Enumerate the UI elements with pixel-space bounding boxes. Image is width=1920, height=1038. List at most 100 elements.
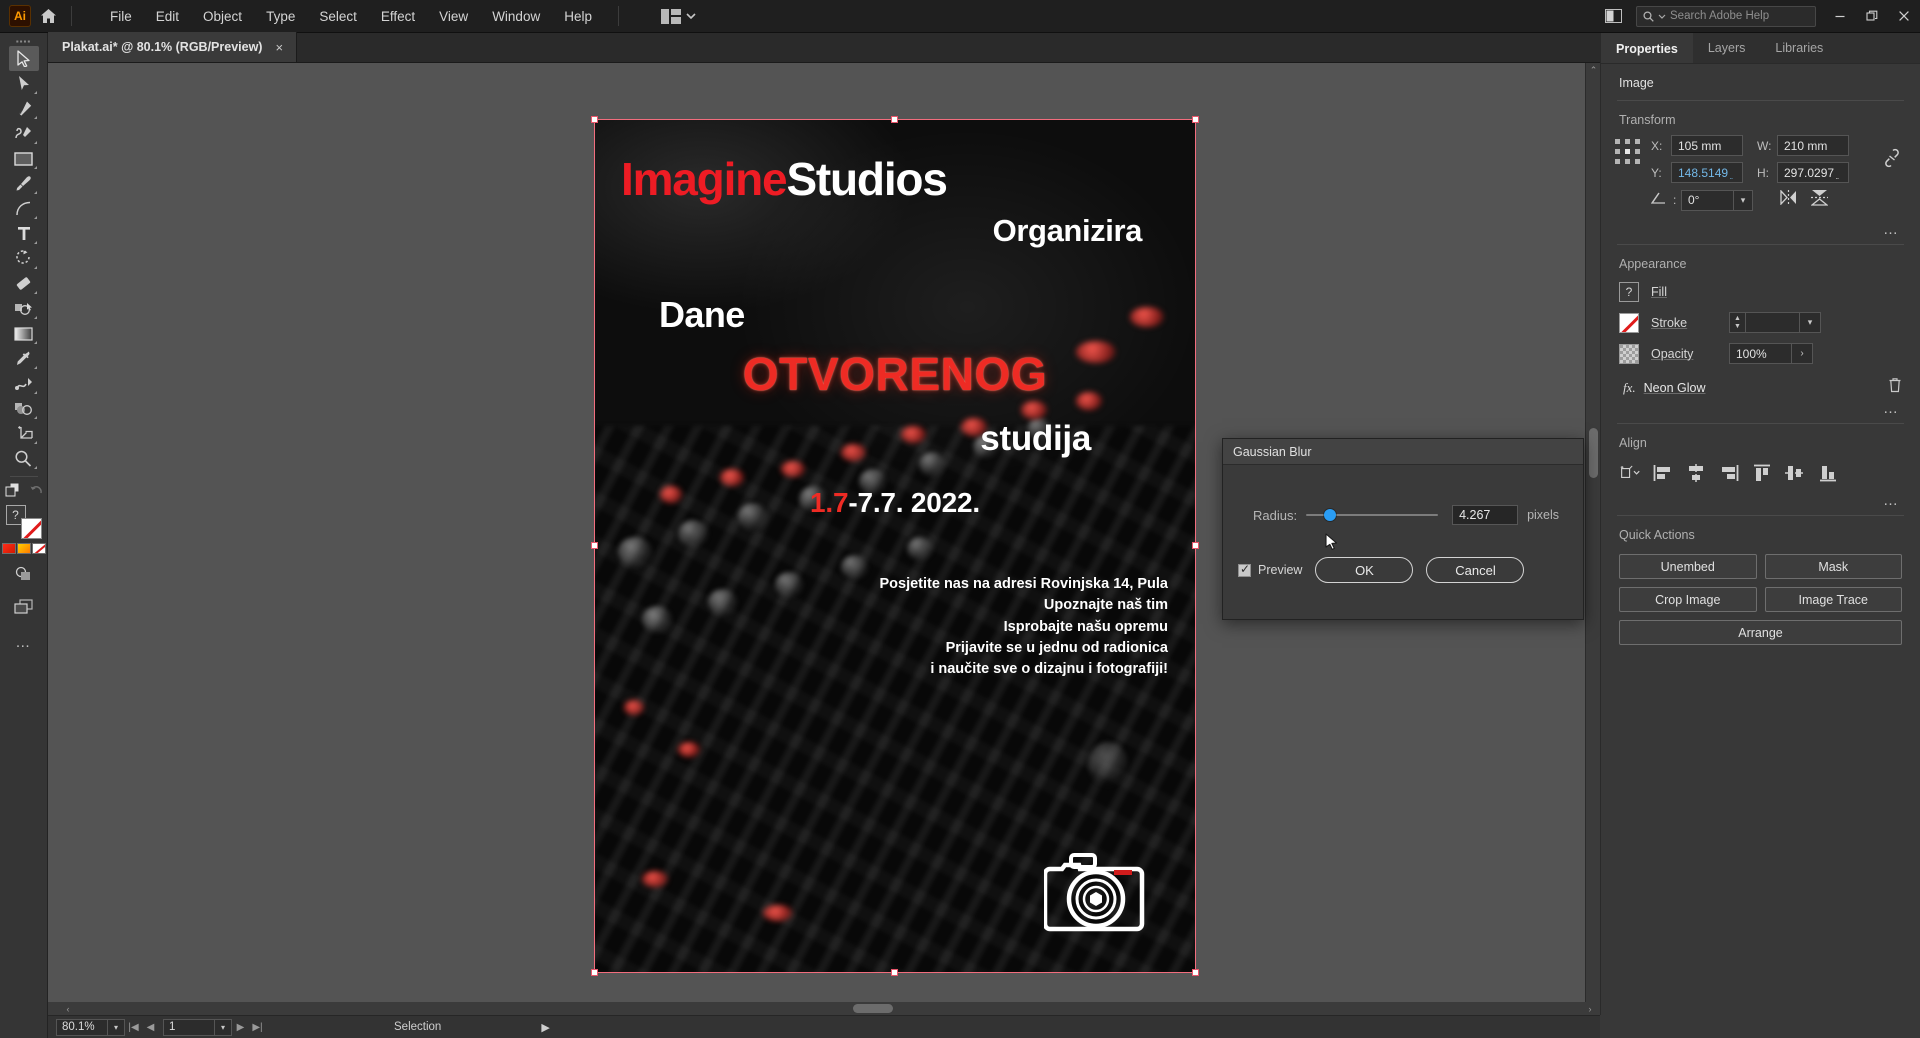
prev-page-icon[interactable]: ◀ bbox=[142, 1019, 159, 1036]
align-left-icon[interactable] bbox=[1652, 462, 1674, 484]
close-icon[interactable] bbox=[1888, 0, 1920, 33]
appearance-more-options[interactable]: … bbox=[1601, 398, 1920, 423]
close-icon[interactable]: × bbox=[272, 39, 286, 56]
color-swatch[interactable] bbox=[1, 543, 16, 554]
menu-help[interactable]: Help bbox=[552, 3, 604, 30]
scrollbar-thumb[interactable] bbox=[1589, 428, 1598, 478]
blend-tool[interactable] bbox=[9, 371, 39, 396]
transform-more-options[interactable]: … bbox=[1601, 219, 1920, 244]
menu-effect[interactable]: Effect bbox=[369, 3, 427, 30]
unembed-button[interactable]: Unembed bbox=[1619, 554, 1757, 579]
menu-file[interactable]: File bbox=[98, 3, 144, 30]
symbol-sprayer-tool[interactable] bbox=[9, 396, 39, 421]
workspace-switcher-icon[interactable] bbox=[655, 6, 702, 27]
chevron-down-icon[interactable]: ▾ bbox=[108, 1018, 125, 1036]
ok-button[interactable]: OK bbox=[1315, 557, 1414, 583]
preview-checkbox[interactable]: Preview bbox=[1238, 562, 1302, 577]
undo-arrow-icon[interactable] bbox=[29, 483, 43, 502]
rectangle-tool[interactable] bbox=[9, 146, 39, 171]
stroke-stepper[interactable]: ▲ ▼ bbox=[1729, 312, 1745, 333]
tab-layers[interactable]: Layers bbox=[1693, 33, 1761, 63]
next-page-icon[interactable]: ▶ bbox=[232, 1019, 249, 1036]
menu-object[interactable]: Object bbox=[191, 3, 254, 30]
tab-properties[interactable]: Properties bbox=[1601, 33, 1693, 63]
artboard[interactable]: ImagineStudios Organizira Dane OTVORENOG… bbox=[594, 119, 1196, 973]
artboard-tool[interactable] bbox=[9, 421, 39, 446]
y-input[interactable]: 148.5149 ֵ bbox=[1671, 162, 1743, 183]
align-more-options[interactable]: … bbox=[1601, 490, 1920, 515]
opacity-label[interactable]: Opacity bbox=[1651, 347, 1729, 361]
reference-point-selector[interactable] bbox=[1615, 139, 1641, 165]
opacity-input[interactable]: 100% bbox=[1729, 343, 1791, 364]
mask-button[interactable]: Mask bbox=[1764, 554, 1902, 579]
shape-builder-tool[interactable] bbox=[9, 296, 39, 321]
restore-icon[interactable] bbox=[1856, 0, 1888, 33]
x-input[interactable]: 105 mm bbox=[1671, 135, 1743, 156]
none-swatch[interactable] bbox=[31, 543, 46, 554]
align-top-icon[interactable] bbox=[1751, 462, 1773, 484]
radius-input[interactable]: 4.267 bbox=[1452, 505, 1519, 525]
rotate-tool[interactable] bbox=[9, 246, 39, 271]
align-bottom-icon[interactable] bbox=[1817, 462, 1839, 484]
selection-tool[interactable] bbox=[8, 46, 39, 71]
slider-handle[interactable] bbox=[1324, 509, 1337, 521]
artboard-number-input[interactable]: 1 bbox=[163, 1018, 215, 1036]
search-input[interactable]: Search Adobe Help bbox=[1636, 5, 1816, 27]
stroke-label[interactable]: Stroke bbox=[1651, 316, 1729, 330]
stroke-weight-input[interactable] bbox=[1745, 312, 1799, 333]
canvas-horizontal-scrollbar[interactable]: ‹ › bbox=[48, 1002, 1600, 1015]
chevron-down-icon[interactable]: ▾ bbox=[215, 1018, 232, 1036]
screen-mode-icon[interactable] bbox=[13, 599, 34, 620]
toolbar-more-options[interactable]: … bbox=[15, 634, 32, 651]
pen-tool[interactable] bbox=[9, 96, 39, 121]
toolbar-grip[interactable]: ▪▪▪▪ bbox=[13, 37, 35, 46]
zoom-level-input[interactable]: 80.1% bbox=[56, 1018, 108, 1036]
effect-name[interactable]: Neon Glow bbox=[1644, 381, 1706, 395]
scroll-right-icon[interactable]: › bbox=[1584, 1003, 1596, 1014]
align-to-selection-icon[interactable] bbox=[1619, 462, 1641, 484]
document-tab[interactable]: Plakat.ai* @ 80.1% (RGB/Preview) × bbox=[48, 32, 298, 62]
home-icon[interactable] bbox=[31, 0, 65, 33]
scroll-up-icon[interactable]: ⌃ bbox=[1586, 63, 1600, 77]
play-icon[interactable]: ▶ bbox=[541, 1021, 549, 1034]
arrange-objects-icon[interactable] bbox=[5, 482, 23, 503]
fill-label[interactable]: Fill bbox=[1651, 285, 1729, 299]
image-trace-button[interactable]: Image Trace bbox=[1764, 587, 1902, 612]
flip-horizontal-icon[interactable] bbox=[1779, 189, 1798, 210]
current-tool-status[interactable]: Selection bbox=[394, 1021, 441, 1033]
link-broken-icon[interactable] bbox=[1884, 147, 1900, 174]
angle-input[interactable]: 0° bbox=[1681, 189, 1733, 211]
cancel-button[interactable]: Cancel bbox=[1426, 557, 1525, 583]
canvas-vertical-scrollbar[interactable]: ⌃ ⌄ bbox=[1585, 63, 1600, 1015]
flip-vertical-icon[interactable] bbox=[1810, 189, 1829, 211]
tab-libraries[interactable]: Libraries bbox=[1760, 33, 1838, 63]
gradient-tool[interactable] bbox=[9, 321, 39, 346]
first-page-icon[interactable]: |◀ bbox=[125, 1019, 142, 1036]
eraser-tool[interactable] bbox=[9, 271, 39, 296]
menu-type[interactable]: Type bbox=[254, 3, 307, 30]
curvature-tool[interactable] bbox=[9, 121, 39, 146]
h-input[interactable]: 297.0297 ֵ bbox=[1777, 162, 1849, 183]
gradient-swatch[interactable] bbox=[16, 543, 31, 554]
drawing-mode-icon[interactable] bbox=[15, 566, 33, 587]
crop-image-button[interactable]: Crop Image bbox=[1619, 587, 1757, 612]
radius-slider[interactable] bbox=[1306, 507, 1439, 523]
arrange-button[interactable]: Arrange bbox=[1619, 620, 1902, 645]
checkbox-icon[interactable] bbox=[1238, 562, 1251, 577]
scroll-left-icon[interactable]: ‹ bbox=[62, 1003, 74, 1014]
menu-select[interactable]: Select bbox=[307, 3, 369, 30]
menu-view[interactable]: View bbox=[427, 3, 480, 30]
menu-window[interactable]: Window bbox=[480, 3, 552, 30]
last-page-icon[interactable]: ▶| bbox=[249, 1019, 266, 1036]
stroke-swatch[interactable] bbox=[1619, 312, 1639, 333]
scrollbar-thumb[interactable] bbox=[853, 1004, 893, 1013]
zoom-tool[interactable] bbox=[9, 446, 39, 471]
panel-toggle-icon[interactable] bbox=[1598, 0, 1628, 33]
gaussian-blur-dialog[interactable]: Gaussian Blur Radius: 4.267 pixels Previ… bbox=[1222, 438, 1584, 620]
opacity-swatch[interactable] bbox=[1619, 343, 1639, 364]
fill-swatch[interactable]: ? bbox=[1619, 282, 1639, 302]
fill-stroke-swatches[interactable]: ? bbox=[5, 505, 42, 539]
arc-tool[interactable] bbox=[9, 196, 39, 221]
chevron-down-icon[interactable]: ▾ bbox=[1733, 189, 1753, 211]
chevron-down-icon[interactable]: ▾ bbox=[1799, 312, 1821, 333]
